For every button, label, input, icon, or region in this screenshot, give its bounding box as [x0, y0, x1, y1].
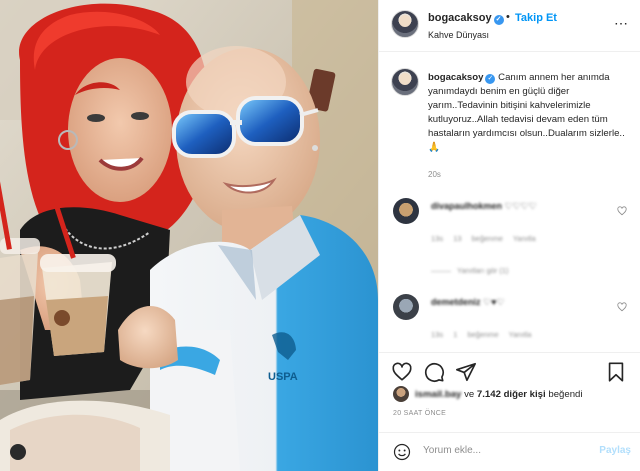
author-username[interactable]: bogacaksoy ✓ — [428, 12, 504, 25]
post-comment-button[interactable]: Paylaş — [599, 445, 631, 456]
likes-count-button[interactable]: 7.142 diğer kişi — [477, 389, 546, 400]
post-photo[interactable]: USPA — [0, 0, 378, 471]
commenter-avatar[interactable] — [393, 198, 419, 224]
comment-username[interactable]: demetdeniz — [431, 297, 481, 307]
comment-line: divapaulhokmen ♡♡♡♡ — [431, 201, 537, 212]
comment-input[interactable] — [423, 445, 583, 456]
post-actions — [379, 352, 640, 382]
location-link[interactable]: Kahve Dünyası — [428, 30, 489, 40]
comment-heart-icon[interactable] — [617, 206, 627, 216]
comment-meta: 13s 13 beğenme Yanıtla — [431, 234, 536, 243]
commenter-avatar[interactable] — [393, 294, 419, 320]
post-header: bogacaksoy ✓ • Takip Et Kahve Dünyası ⋯ — [379, 0, 640, 52]
caption-timestamp: 20s — [428, 170, 441, 179]
comment-heart-icon[interactable] — [617, 302, 627, 312]
follow-separator: • — [506, 11, 510, 23]
like-heart-icon[interactable] — [391, 361, 413, 383]
verified-badge-icon: ✓ — [485, 74, 496, 84]
post-panel: bogacaksoy ✓ • Takip Et Kahve Dünyası ⋯ b… — [378, 0, 640, 471]
comment-time: 13s — [431, 234, 444, 243]
view-replies-button[interactable]: Yanıtları gör (1) — [431, 266, 509, 275]
caption-text: bogacaksoy ✓ Canım annem her anımda yanım… — [428, 71, 633, 155]
add-comment-bar: Paylaş — [379, 432, 640, 471]
likes-connector: ve — [464, 389, 475, 400]
comment-text: ♡♥♡ — [483, 297, 505, 307]
comment-likes[interactable]: 13 beğenme — [453, 234, 503, 243]
author-avatar[interactable] — [391, 10, 419, 38]
svg-text:USPA: USPA — [268, 371, 298, 383]
comment-bubble-icon[interactable] — [423, 361, 445, 383]
share-send-icon[interactable] — [455, 361, 477, 383]
caption-username[interactable]: bogacaksoy — [428, 72, 483, 83]
comment-reply-button[interactable]: Yanıtla — [513, 234, 536, 243]
post-photo-illustration: USPA — [0, 0, 378, 471]
caption-avatar[interactable] — [391, 68, 419, 96]
first-liker-username[interactable]: ismail.bay — [415, 389, 461, 400]
comment-time: 13s — [431, 330, 444, 339]
comment-reply-button[interactable]: Yanıtla — [509, 330, 532, 339]
verified-badge-icon: ✓ — [493, 15, 504, 25]
comment-likes[interactable]: 1 beğenme — [453, 330, 499, 339]
comment-username[interactable]: divapaulhokmen — [431, 201, 502, 211]
more-options-icon[interactable]: ⋯ — [614, 15, 629, 32]
likes-suffix: beğendi — [548, 389, 583, 400]
comment-meta: 13s 1 beğenme Yanıtla — [431, 330, 531, 339]
pray-emoji-icon: 🙏 — [428, 142, 440, 153]
comment-text: ♡♡♡♡ — [504, 201, 537, 211]
post-time-ago[interactable]: 20 SAAT ÖNCE — [393, 410, 446, 417]
likes-text: ismail.bay ve 7.142 diğer kişi beğendi — [415, 389, 583, 400]
author-username-text[interactable]: bogacaksoy — [428, 12, 492, 24]
likes-summary: ismail.bay ve 7.142 diğer kişi beğendi — [379, 384, 640, 406]
emoji-picker-icon[interactable] — [393, 443, 411, 461]
follow-button[interactable]: Takip Et — [515, 12, 557, 24]
bookmark-save-icon[interactable] — [605, 361, 627, 383]
liker-avatar[interactable] — [393, 386, 409, 402]
comment-line: demetdeniz ♡♥♡ — [431, 297, 505, 308]
